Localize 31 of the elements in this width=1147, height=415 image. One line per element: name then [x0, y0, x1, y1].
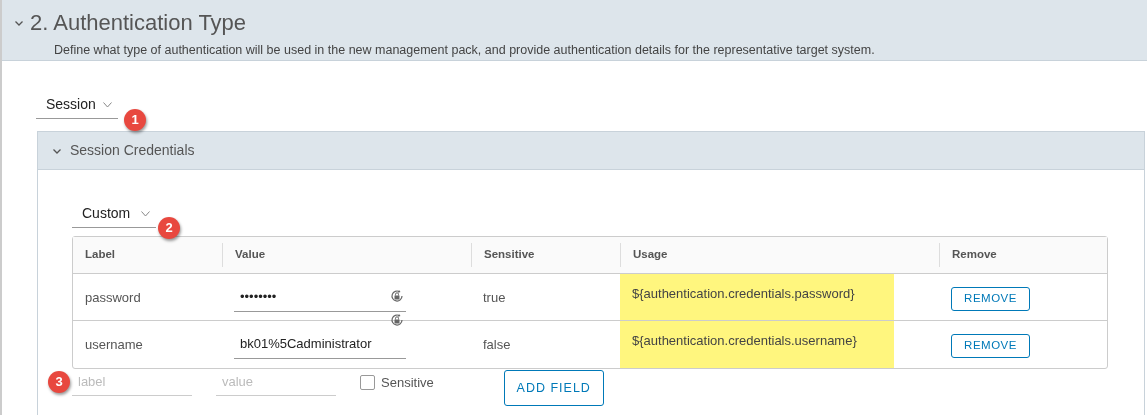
label-field[interactable]: label: [72, 372, 192, 396]
section-title: 2. Authentication Type: [30, 9, 247, 37]
value-field[interactable]: bk01%5Cadministrator: [234, 331, 406, 359]
dropdown[interactable]: Custom: [72, 203, 156, 228]
table-cell: username: [85, 337, 143, 352]
dropdown[interactable]: Session: [36, 94, 118, 119]
annotation-badge: 1: [124, 109, 146, 131]
panel-title: Session Credentials: [70, 141, 195, 160]
annotation-badge: 2: [158, 217, 180, 239]
lock-icon[interactable]: [390, 289, 404, 303]
column-header: Remove: [952, 247, 997, 263]
column-header: Value: [235, 247, 266, 263]
column-header: Sensitive: [484, 247, 535, 263]
caret-icon: [103, 101, 112, 108]
column-header: Label: [85, 247, 116, 263]
table-cell: false: [483, 337, 511, 352]
value-field[interactable]: value: [216, 372, 336, 396]
sensitive-checkbox[interactable]: [360, 375, 375, 391]
section-description: Define what type of authentication will be used in the new management pack, and provide authentication details for the representative target system.: [54, 42, 876, 59]
caret-icon: [141, 210, 150, 217]
add-field-button[interactable]: ADD FIELD: [503, 370, 604, 406]
remove-button[interactable]: REMOVE: [951, 333, 1030, 358]
usage-cell: ${authentication.credentials.password}: [620, 274, 894, 320]
usage-cell: ${authentication.credentials.username}: [620, 321, 894, 368]
lock-icon[interactable]: [390, 313, 404, 327]
column-header: Usage: [633, 247, 668, 263]
table-cell: password: [85, 290, 141, 305]
table-cell: true: [483, 290, 506, 305]
checkbox-label: Sensitive: [381, 374, 434, 392]
remove-button[interactable]: REMOVE: [951, 286, 1030, 311]
annotation-badge: 3: [48, 371, 70, 393]
